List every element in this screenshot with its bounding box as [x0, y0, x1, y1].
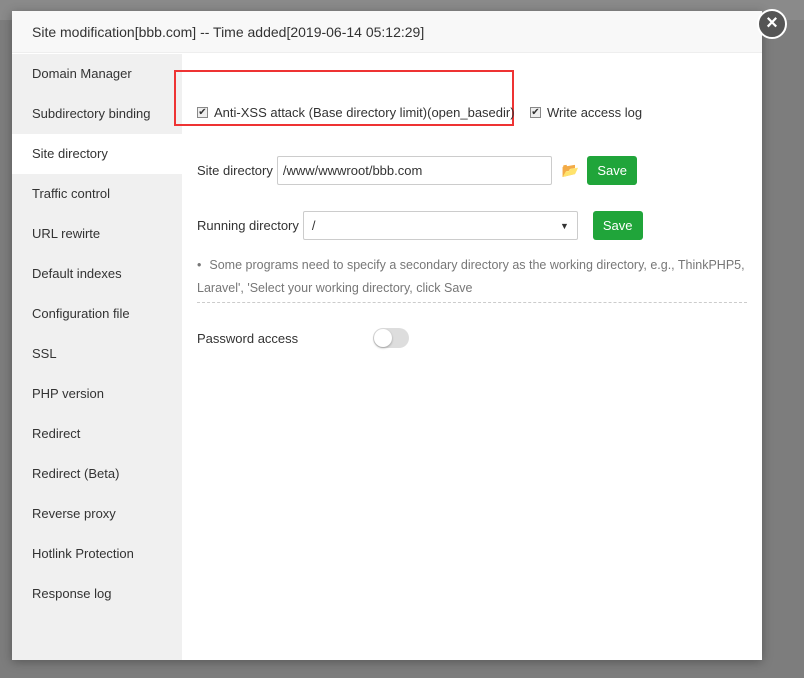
password-access-toggle[interactable]	[373, 328, 409, 348]
sidebar-item-traffic-control[interactable]: Traffic control	[12, 174, 182, 214]
sidebar-item-php-version[interactable]: PHP version	[12, 374, 182, 414]
save-site-directory-button[interactable]: Save	[587, 156, 637, 185]
folder-open-icon[interactable]: 📂	[562, 162, 579, 179]
sidebar-item-response-log[interactable]: Response log	[12, 574, 182, 614]
running-directory-label: Running directory	[197, 218, 299, 233]
dialog-title: Site modification[bbb.com] -- Time added…	[12, 11, 762, 53]
sidebar: Domain Manager Subdirectory binding Site d…	[12, 54, 182, 660]
anti-xss-label: Anti-XSS attack (Base directory limit)(o…	[214, 105, 515, 120]
note-text: Some programs need to specify a secondar…	[197, 258, 745, 295]
working-directory-note: • Some programs need to specify a seconda…	[197, 254, 747, 303]
sidebar-item-redirect-beta[interactable]: Redirect (Beta)	[12, 454, 182, 494]
sidebar-item-reverse-proxy[interactable]: Reverse proxy	[12, 494, 182, 534]
running-directory-row: Running directory / ▼ Save	[197, 211, 643, 240]
bullet: •	[197, 258, 202, 272]
password-access-label: Password access	[197, 330, 299, 346]
sidebar-item-url-rewirte[interactable]: URL rewirte	[12, 214, 182, 254]
sidebar-item-default-indexes[interactable]: Default indexes	[12, 254, 182, 294]
checkbox-checked-icon[interactable]: ✔	[530, 107, 541, 118]
sidebar-item-configuration-file[interactable]: Configuration file	[12, 294, 182, 334]
close-icon[interactable]: ×	[757, 9, 787, 39]
sidebar-item-domain-manager[interactable]: Domain Manager	[12, 54, 182, 94]
toggle-knob	[374, 329, 392, 347]
checkbox-checked-icon[interactable]: ✔	[197, 107, 208, 118]
running-directory-select[interactable]: / ▼	[302, 211, 578, 240]
sidebar-item-redirect[interactable]: Redirect	[12, 414, 182, 454]
content-panel: ✔ Anti-XSS attack (Base directory limit)…	[174, 54, 762, 660]
sidebar-item-hotlink-protection[interactable]: Hotlink Protection	[12, 534, 182, 574]
sidebar-item-ssl[interactable]: SSL	[12, 334, 182, 374]
access-log-checkbox[interactable]: ✔ Write access log	[530, 105, 642, 120]
sidebar-item-site-directory[interactable]: Site directory	[12, 134, 182, 174]
access-log-label: Write access log	[547, 105, 643, 120]
anti-xss-checkbox[interactable]: ✔ Anti-XSS attack (Base directory limit)…	[197, 105, 515, 120]
site-directory-label: Site directory	[197, 163, 273, 178]
running-directory-value: /	[311, 218, 316, 233]
save-running-directory-button[interactable]: Save	[592, 211, 643, 240]
site-modification-dialog: Site modification[bbb.com] -- Time added…	[12, 9, 787, 660]
site-directory-row: Site directory 📂 Save	[197, 156, 637, 185]
dropdown-arrow-icon: ▼	[559, 220, 569, 231]
site-directory-input[interactable]	[276, 156, 552, 185]
sidebar-item-subdirectory-binding[interactable]: Subdirectory binding	[12, 94, 182, 134]
password-access-row: Password access	[197, 328, 409, 348]
